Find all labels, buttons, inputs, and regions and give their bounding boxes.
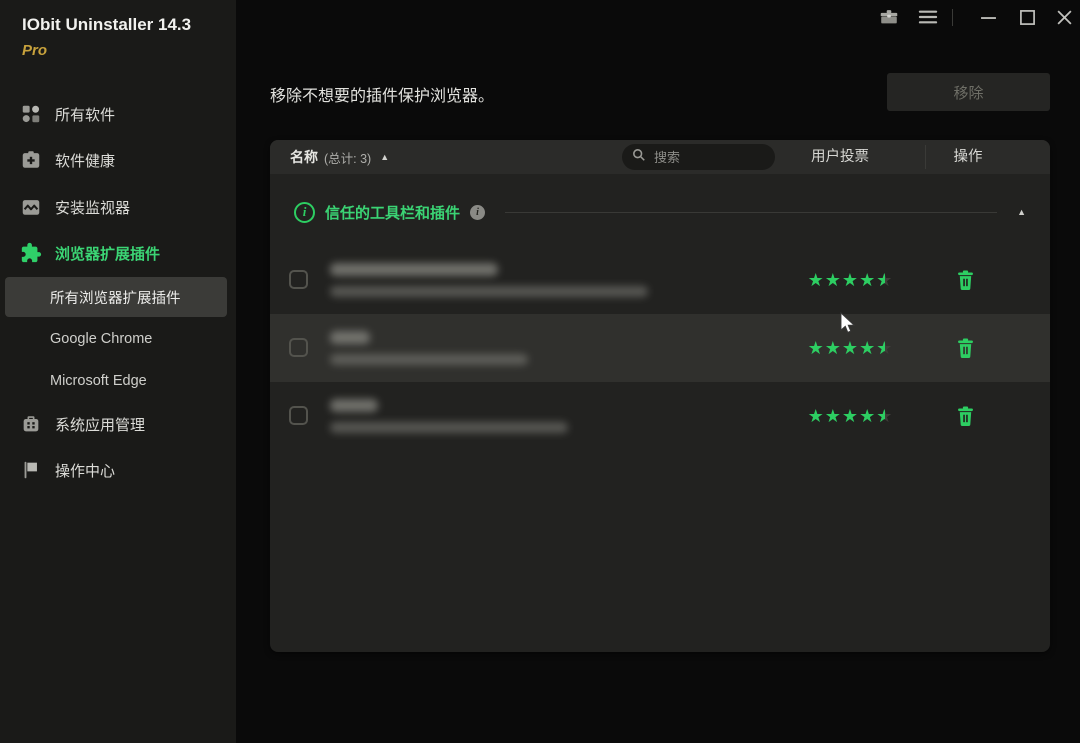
flag-icon <box>20 459 42 481</box>
star-rating: ★★★★★★ <box>798 246 902 314</box>
sidebar-item-label: Microsoft Edge <box>50 373 147 389</box>
app-title: IObit Uninstaller 14.3 <box>22 15 191 35</box>
redacted-extension-detail <box>330 286 648 297</box>
actions-column-label: 操作 <box>928 140 1008 174</box>
sidebar-item-label: 安装监视器 <box>55 197 130 218</box>
column-separator <box>925 145 926 169</box>
redacted-extension-name <box>330 331 370 344</box>
info-icon[interactable]: i <box>470 205 485 220</box>
redacted-extension-detail <box>330 422 568 433</box>
puzzle-icon <box>20 242 42 264</box>
sort-asc-icon: ▲ <box>380 152 389 162</box>
sidebar-item-label: 操作中心 <box>55 460 115 481</box>
redacted-extension-name <box>330 399 378 412</box>
extension-row[interactable]: ★★★★★★ <box>270 246 1050 314</box>
trash-icon[interactable] <box>952 335 978 361</box>
extension-row[interactable]: ★★★★★★ <box>270 314 1050 382</box>
close-icon[interactable] <box>1051 4 1077 30</box>
star-rating: ★★★★★★ <box>798 382 902 450</box>
search-icon <box>632 148 646 167</box>
app-window: IObit Uninstaller 14.3 Pro 所有软件 软件健康 安装监… <box>0 0 1080 743</box>
redacted-extension-detail <box>330 354 528 365</box>
sidebar-item-software-health[interactable]: 软件健康 <box>0 138 236 182</box>
page-description: 移除不想要的插件保护浏览器。 <box>270 82 494 106</box>
trusted-group-header: i 信任的工具栏和插件 i ▲ <box>270 192 1050 232</box>
name-column-label: 名称 <box>290 147 318 167</box>
install-monitor-icon <box>20 196 42 218</box>
minimize-icon[interactable] <box>975 4 1001 30</box>
titlebar-separator <box>952 9 953 26</box>
search-box[interactable] <box>622 144 775 170</box>
maximize-icon[interactable] <box>1014 4 1040 30</box>
collapse-group-icon[interactable]: ▲ <box>1017 207 1026 217</box>
apps-grid-icon <box>20 103 42 125</box>
row-checkbox[interactable] <box>289 270 308 289</box>
extensions-panel: 名称 (总计: 3) ▲ 用户投票 操作 i 信任的工具栏和插件 i ▲ <box>270 140 1050 652</box>
sidebar-item-label: 所有软件 <box>55 104 115 125</box>
trusted-circle-icon: i <box>294 202 315 223</box>
sidebar-item-all-browser-extensions[interactable]: 所有浏览器扩展插件 <box>5 277 227 317</box>
sidebar-item-label: 系统应用管理 <box>55 414 145 435</box>
sidebar-item-browser-extensions[interactable]: 浏览器扩展插件 <box>0 231 236 275</box>
sidebar-item-label: 所有浏览器扩展插件 <box>50 287 181 308</box>
sidebar-item-microsoft-edge[interactable]: Microsoft Edge <box>0 361 236 401</box>
sidebar-item-system-apps[interactable]: 系统应用管理 <box>0 402 236 446</box>
remove-button[interactable]: 移除 <box>887 73 1050 111</box>
sidebar-item-install-monitor[interactable]: 安装监视器 <box>0 185 236 229</box>
sidebar-item-label: Google Chrome <box>50 331 152 347</box>
app-manager-icon <box>20 413 42 435</box>
software-health-icon <box>20 149 42 171</box>
sidebar-item-label: 浏览器扩展插件 <box>55 243 160 264</box>
total-count-label: (总计: 3) <box>324 148 371 167</box>
name-column-sort[interactable]: 名称 (总计: 3) ▲ <box>290 140 389 174</box>
search-input[interactable] <box>652 149 761 166</box>
sidebar-item-all-programs[interactable]: 所有软件 <box>0 92 236 136</box>
sidebar: IObit Uninstaller 14.3 Pro 所有软件 软件健康 安装监… <box>0 0 236 743</box>
star-rating: ★★★★★★ <box>798 314 902 382</box>
pro-badge: Pro <box>22 42 47 59</box>
redacted-extension-name <box>330 263 498 276</box>
sidebar-item-label: 软件健康 <box>55 150 115 171</box>
trash-icon[interactable] <box>952 403 978 429</box>
votes-column-label: 用户投票 <box>800 140 880 174</box>
row-checkbox[interactable] <box>289 338 308 357</box>
gift-box-icon[interactable] <box>876 4 902 30</box>
group-title: 信任的工具栏和插件 <box>325 202 460 223</box>
row-checkbox[interactable] <box>289 406 308 425</box>
group-divider-line <box>505 212 997 213</box>
sidebar-item-google-chrome[interactable]: Google Chrome <box>0 319 236 359</box>
extension-row[interactable]: ★★★★★★ <box>270 382 1050 450</box>
trash-icon[interactable] <box>952 267 978 293</box>
hamburger-menu-icon[interactable] <box>915 4 941 30</box>
sidebar-item-action-center[interactable]: 操作中心 <box>0 448 236 492</box>
table-header: 名称 (总计: 3) ▲ 用户投票 操作 <box>270 140 1050 174</box>
